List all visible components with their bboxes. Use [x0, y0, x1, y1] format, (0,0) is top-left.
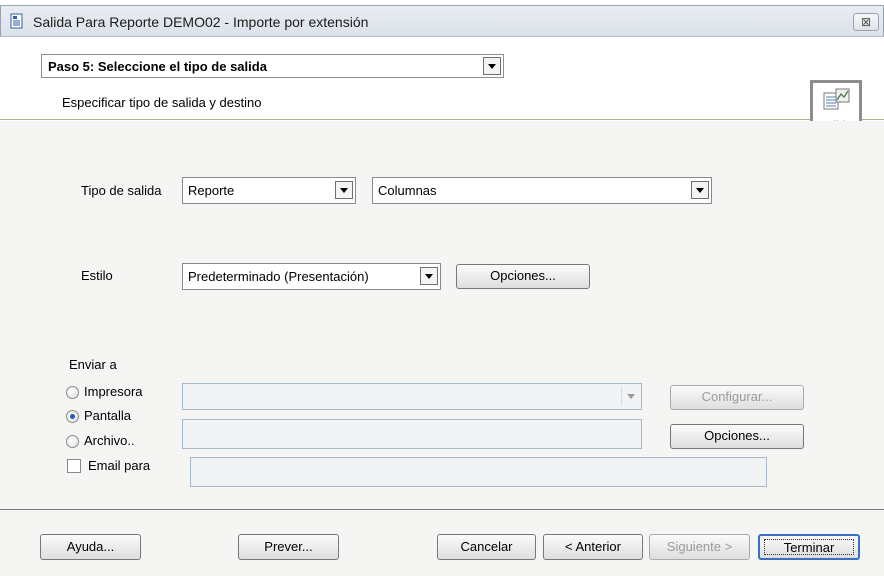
printer-label: Impresora	[84, 384, 143, 399]
wizard-footer: Ayuda... Prever... Cancelar < Anterior S…	[0, 509, 884, 576]
chevron-down-icon[interactable]	[483, 57, 501, 75]
screen-radio[interactable]	[66, 410, 79, 423]
columns-select[interactable]: Columnas	[372, 177, 712, 204]
step-description: Especificar tipo de salida y destino	[62, 95, 262, 110]
configure-button[interactable]: Configurar...	[670, 385, 804, 410]
focus-ring	[764, 539, 854, 555]
close-icon: ⊠	[860, 15, 872, 29]
next-button[interactable]: Siguiente >	[649, 534, 750, 560]
file-path-field[interactable]	[182, 419, 642, 449]
step-select[interactable]: Paso 5: Seleccione el tipo de salida	[41, 54, 504, 78]
style-options-button[interactable]: Opciones...	[456, 264, 590, 289]
window-title: Salida Para Reporte DEMO02 - Importe por…	[33, 14, 369, 30]
report-window-icon	[10, 13, 23, 29]
step-select-value: Paso 5: Seleccione el tipo de salida	[48, 59, 267, 74]
chevron-down-icon[interactable]	[335, 181, 353, 199]
output-type-select[interactable]: Reporte	[182, 177, 356, 204]
style-select[interactable]: Predeterminado (Presentación)	[182, 263, 441, 290]
finish-button[interactable]: Terminar	[758, 534, 860, 560]
screen-label: Pantalla	[84, 408, 131, 423]
wizard-body: Tipo de salida Reporte Columnas Estilo P…	[0, 121, 884, 509]
email-checkbox[interactable]	[67, 459, 81, 473]
printer-radio[interactable]	[66, 386, 79, 399]
printer-select[interactable]	[182, 383, 642, 410]
cancel-button[interactable]: Cancelar	[437, 534, 536, 560]
chevron-down-icon[interactable]	[691, 181, 709, 199]
send-to-label: Enviar a	[69, 357, 117, 372]
report-output-icon	[823, 88, 850, 110]
email-field[interactable]	[190, 457, 767, 487]
file-label: Archivo..	[84, 433, 135, 448]
columns-value: Columnas	[378, 183, 437, 198]
style-label: Estilo	[81, 268, 113, 283]
help-button[interactable]: Ayuda...	[40, 534, 141, 560]
output-type-label: Tipo de salida	[81, 183, 162, 198]
output-type-value: Reporte	[188, 183, 235, 198]
chevron-down-icon[interactable]	[420, 267, 438, 285]
style-value: Predeterminado (Presentación)	[188, 269, 369, 284]
file-radio[interactable]	[66, 435, 79, 448]
email-label: Email para	[88, 458, 151, 473]
window-titlebar[interactable]: Salida Para Reporte DEMO02 - Importe por…	[0, 5, 884, 37]
chevron-down-icon	[621, 386, 639, 406]
output-options-button[interactable]: Opciones...	[670, 424, 804, 449]
wizard-header: Paso 5: Seleccione el tipo de salida Esp…	[0, 37, 884, 137]
preview-button[interactable]: Prever...	[238, 534, 339, 560]
close-button[interactable]: ⊠	[853, 13, 879, 31]
previous-button[interactable]: < Anterior	[543, 534, 643, 560]
